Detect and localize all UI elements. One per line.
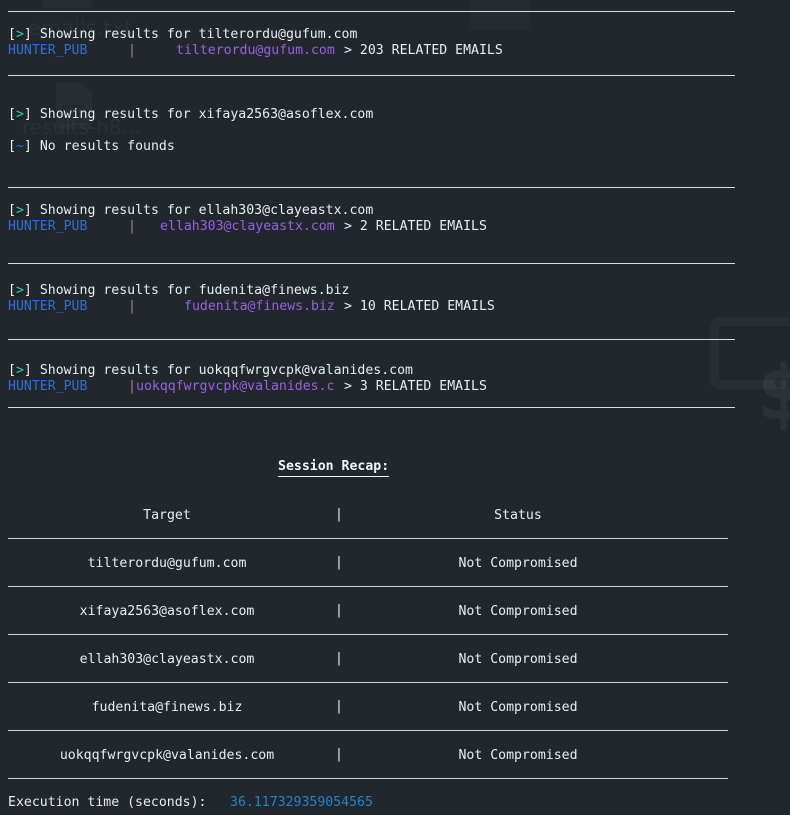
pipe-icon: | — [128, 299, 136, 314]
separator-rule-0 — [8, 75, 735, 76]
execution-time-label: Execution time (seconds): — [8, 795, 207, 810]
pipe-icon: | — [128, 379, 136, 394]
table-rule-row-3 — [8, 730, 728, 731]
marker-bracket-close: ] — [23, 27, 32, 42]
separator-rule-top — [8, 11, 735, 12]
result-line-detail-4: HUNTER_PUB — [8, 379, 87, 395]
result-line-target-4: [>] Showing results for uokqqfwrgvcpk@va… — [8, 363, 413, 379]
marker-bracket-close: ] — [23, 203, 32, 218]
table-row-divider-icon: | — [335, 699, 343, 714]
table-header-target: Target — [143, 508, 191, 523]
table-cell-target: tilterordu@gufum.com — [87, 556, 247, 571]
result-line-target-3: [>] Showing results for fudenita@finews.… — [8, 283, 349, 299]
separator-rule-2 — [8, 263, 735, 264]
table-header-status: Status — [494, 508, 542, 523]
showing-prefix: Showing results for — [39, 283, 199, 298]
separator-rule-1 — [8, 187, 735, 188]
result-related-0: > 203 RELATED EMAILS — [344, 43, 503, 58]
marker-bracket-open: [ — [8, 363, 16, 378]
pipe-icon: | — [128, 219, 136, 234]
result-line-detail-3: HUNTER_PUB — [8, 299, 87, 315]
result-related-3: > 10 RELATED EMAILS — [344, 299, 495, 314]
marker-bracket-open: [ — [8, 27, 16, 42]
marker-bracket-open: [ — [8, 203, 16, 218]
marker-bracket-open: [ — [8, 139, 16, 154]
result-line-detail-2: HUNTER_PUB — [8, 219, 87, 235]
marker-bracket-close: ] — [23, 283, 32, 298]
result-line-target-1: [>] Showing results for xifaya2563@asofl… — [8, 107, 373, 123]
result-email-4: uokqqfwrgvcpk@valanides.c — [136, 379, 335, 394]
result-divider-2: | — [128, 219, 136, 235]
result-line-detail-0: HUNTER_PUB — [8, 43, 87, 59]
table-cell-target: ellah303@clayeastx.com — [79, 652, 255, 667]
result-divider-4: | — [128, 379, 136, 395]
table-cell-target: xifaya2563@asoflex.com — [79, 604, 255, 619]
result-related-4: > 3 RELATED EMAILS — [344, 379, 487, 394]
marker-bracket-close: ] — [23, 107, 32, 122]
marker-bracket-close: ] — [23, 363, 32, 378]
terminal-output: [>] Showing results for tilterordu@gufum… — [0, 0, 790, 815]
table-rule-header — [8, 538, 728, 539]
source-label-3: HUNTER_PUB — [8, 299, 88, 314]
result-line-target-2: [>] Showing results for ellah303@clayeas… — [8, 203, 373, 219]
marker-arrow-icon: > — [15, 283, 24, 298]
showing-prefix: Showing results for — [39, 363, 199, 378]
marker-arrow-icon: > — [15, 107, 24, 122]
result-no-results-1: [~] No results founds — [8, 139, 175, 155]
table-rule-row-0 — [8, 586, 728, 587]
table-row-divider-icon: | — [335, 747, 343, 762]
table-header-divider-icon: | — [335, 507, 343, 522]
marker-arrow-icon: > — [15, 363, 24, 378]
result-divider-3: | — [128, 299, 136, 315]
session-recap-title: Session Recap: — [278, 459, 390, 477]
result-target-1: xifaya2563@asoflex.com — [198, 107, 374, 122]
showing-prefix: Showing results for — [39, 27, 199, 42]
table-row-divider-icon: | — [335, 603, 343, 618]
marker-bracket-close: ] — [23, 139, 32, 154]
table-cell-target: fudenita@finews.biz — [91, 700, 243, 715]
table-cell-status: Not Compromised — [458, 700, 578, 715]
marker-bracket-open: [ — [8, 107, 16, 122]
terminal-window: emails.txt results-h8... $ [>] Showing r… — [0, 0, 790, 815]
marker-arrow-icon: > — [15, 27, 24, 42]
result-target-2: ellah303@clayeastx.com — [198, 203, 374, 218]
pipe-icon: | — [128, 43, 136, 58]
result-email-0: tilterordu@gufum.com — [176, 43, 335, 58]
no-results-text: No results founds — [39, 139, 175, 154]
source-label-0: HUNTER_PUB — [8, 43, 88, 58]
marker-tilde-icon: ~ — [15, 139, 24, 154]
separator-rule-4 — [8, 407, 735, 408]
table-cell-target: uokqqfwrgvcpk@valanides.com — [59, 748, 275, 763]
table-cell-status: Not Compromised — [458, 652, 578, 667]
table-rule-row-4 — [8, 778, 728, 779]
result-target-0: tilterordu@gufum.com — [198, 27, 358, 42]
result-email-3: fudenita@finews.biz — [184, 299, 335, 314]
table-rule-row-1 — [8, 634, 728, 635]
table-cell-status: Not Compromised — [458, 604, 578, 619]
showing-prefix: Showing results for — [39, 203, 199, 218]
result-email-2: ellah303@clayeastx.com — [160, 219, 335, 234]
marker-arrow-icon: > — [15, 203, 24, 218]
table-cell-status: Not Compromised — [458, 556, 578, 571]
result-divider-0: | — [128, 43, 136, 59]
table-cell-status: Not Compromised — [458, 748, 578, 763]
result-target-3: fudenita@finews.biz — [198, 283, 350, 298]
source-label-2: HUNTER_PUB — [8, 219, 88, 234]
result-target-4: uokqqfwrgvcpk@valanides.com — [198, 363, 413, 378]
separator-rule-3 — [8, 339, 735, 340]
table-rule-row-2 — [8, 682, 728, 683]
result-line-target-0: [>] Showing results for tilterordu@gufum… — [8, 27, 357, 43]
source-label-4: HUNTER_PUB — [8, 379, 88, 394]
table-row-divider-icon: | — [335, 555, 343, 570]
table-row-divider-icon: | — [335, 651, 343, 666]
result-related-2: > 2 RELATED EMAILS — [344, 219, 487, 234]
execution-time-value: 36.117329359054565 — [230, 795, 373, 810]
showing-prefix: Showing results for — [39, 107, 199, 122]
marker-bracket-open: [ — [8, 283, 16, 298]
